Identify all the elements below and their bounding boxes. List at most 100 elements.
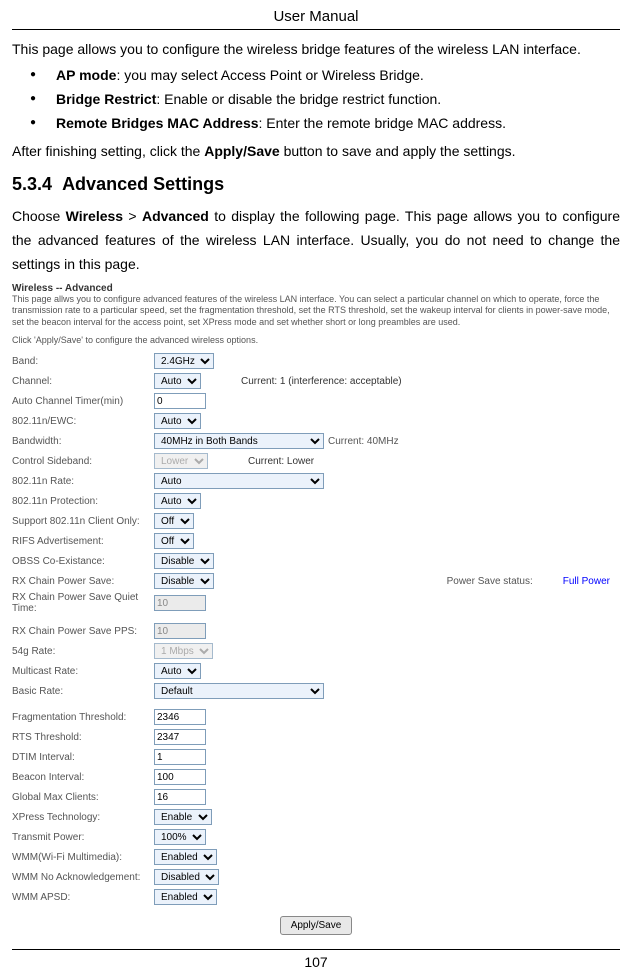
after-setting-text: After finishing setting, click the Apply… [12, 140, 620, 162]
bullet-remote-bridges: Remote Bridges MAC Address: Enter the re… [30, 112, 620, 136]
right-label: Power Save status: [447, 576, 563, 587]
after-post: button to save and apply the settings. [280, 143, 516, 159]
form-select[interactable]: Disable [154, 573, 214, 589]
form-select[interactable]: Enabled [154, 849, 217, 865]
form-label: Channel: [12, 376, 154, 387]
extra-text: Current: 40MHz [328, 436, 399, 447]
section-title: Advanced Settings [62, 174, 224, 194]
form-select[interactable]: Auto [154, 473, 324, 489]
form-label: 54g Rate: [12, 646, 154, 657]
form-input[interactable] [154, 789, 206, 805]
page-header: User Manual [12, 8, 620, 30]
form-label: XPress Technology: [12, 812, 154, 823]
form-select[interactable]: Disabled [154, 869, 219, 885]
form-label: WMM APSD: [12, 892, 154, 903]
form-select: Lower [154, 453, 208, 469]
extra-text: Current: 1 (interference: acceptable) [241, 376, 402, 387]
form-label: 802.11n Protection: [12, 496, 154, 507]
form-label: WMM No Acknowledgement: [12, 872, 154, 883]
form-label: RX Chain Power Save Quiet Time: [12, 592, 154, 614]
form-row: OBSS Co-Existance:Disable [12, 552, 620, 570]
form-select[interactable]: Enable [154, 809, 212, 825]
form-row: RX Chain Power Save Quiet Time: [12, 592, 620, 614]
form-label: Fragmentation Threshold: [12, 712, 154, 723]
form-row: XPress Technology:Enable [12, 808, 620, 826]
form-row: 802.11n Rate:Auto [12, 472, 620, 490]
form-input [154, 623, 206, 639]
form-row: RTS Threshold: [12, 728, 620, 746]
section-heading: 5.3.4 Advanced Settings [12, 174, 620, 195]
form-select[interactable]: Auto [154, 373, 201, 389]
section-b2: Advanced [142, 208, 209, 224]
form-select[interactable]: 2.4GHz [154, 353, 214, 369]
form-row: 54g Rate:1 Mbps [12, 642, 620, 660]
feature-bullet-list: AP mode: you may select Access Point or … [12, 64, 620, 135]
form-row: DTIM Interval: [12, 748, 620, 766]
form-row: WMM APSD:Enabled [12, 888, 620, 906]
form-row: Control Sideband:Lower Current: Lower [12, 452, 620, 470]
right-value: Full Power [563, 576, 620, 587]
form-label: 802.11n Rate: [12, 476, 154, 487]
shot-desc2: Click 'Apply/Save' to configure the adva… [12, 335, 620, 347]
bullet-text: : Enter the remote bridge MAC address. [259, 115, 506, 131]
embedded-screenshot: Wireless -- Advanced This page allws you… [12, 283, 620, 936]
form-select: 1 Mbps [154, 643, 213, 659]
form-select[interactable]: Off [154, 533, 194, 549]
form-input[interactable] [154, 393, 206, 409]
form-select[interactable]: Off [154, 513, 194, 529]
form-row: Global Max Clients: [12, 788, 620, 806]
form-label: RTS Threshold: [12, 732, 154, 743]
form-row: Auto Channel Timer(min) [12, 392, 620, 410]
form-label: 802.11n/EWC: [12, 416, 154, 427]
form-label: Bandwidth: [12, 436, 154, 447]
bullet-text: : Enable or disable the bridge restrict … [156, 91, 441, 107]
form-label: Band: [12, 356, 154, 367]
form-select[interactable]: Auto [154, 663, 201, 679]
section-number: 5.3.4 [12, 174, 52, 194]
apply-save-button[interactable]: Apply/Save [280, 916, 353, 935]
form-rows-container: Band:2.4GHzChannel:AutoCurrent: 1 (inter… [12, 352, 620, 906]
form-label: Control Sideband: [12, 456, 154, 467]
form-row: Fragmentation Threshold: [12, 708, 620, 726]
form-input[interactable] [154, 709, 206, 725]
form-label: WMM(Wi-Fi Multimedia): [12, 852, 154, 863]
form-label: RX Chain Power Save: [12, 576, 154, 587]
form-select[interactable]: Default [154, 683, 324, 699]
form-row: Channel:Auto Current: 1 (interference: ac… [12, 372, 620, 390]
form-label: Multicast Rate: [12, 666, 154, 677]
form-label: Global Max Clients: [12, 792, 154, 803]
bullet-bold: Bridge Restrict [56, 91, 156, 107]
form-row: RX Chain Power Save:Disable Power Save st… [12, 572, 620, 590]
form-select[interactable]: Disable [154, 553, 214, 569]
form-select[interactable]: Auto [154, 493, 201, 509]
shot-desc: This page allws you to configure advance… [12, 294, 620, 329]
form-row: Beacon Interval: [12, 768, 620, 786]
form-row: WMM No Acknowledgement:Disabled [12, 868, 620, 886]
shot-title: Wireless -- Advanced [12, 283, 620, 294]
form-input[interactable] [154, 729, 206, 745]
form-label: Auto Channel Timer(min) [12, 396, 154, 407]
form-row: Basic Rate:Default [12, 682, 620, 700]
form-row: RX Chain Power Save PPS: [12, 622, 620, 640]
extra-text: Current: Lower [248, 456, 314, 467]
form-input[interactable] [154, 769, 206, 785]
form-row: 802.11n Protection:Auto [12, 492, 620, 510]
form-row: Multicast Rate:Auto [12, 662, 620, 680]
form-row: RIFS Advertisement:Off [12, 532, 620, 550]
form-select[interactable]: 100% [154, 829, 206, 845]
form-select[interactable]: Auto [154, 413, 201, 429]
form-row: Band:2.4GHz [12, 352, 620, 370]
after-pre: After finishing setting, click the [12, 143, 204, 159]
form-input[interactable] [154, 749, 206, 765]
section-paragraph: Choose Wireless > Advanced to display th… [12, 205, 620, 276]
form-select[interactable]: 40MHz in Both Bands [154, 433, 324, 449]
form-label: DTIM Interval: [12, 752, 154, 763]
form-row: Bandwidth:40MHz in Both Bands Current: 40… [12, 432, 620, 450]
form-select[interactable]: Enabled [154, 889, 217, 905]
after-bold: Apply/Save [204, 143, 279, 159]
bullet-text: : you may select Access Point or Wireles… [116, 67, 423, 83]
form-row: Support 802.11n Client Only:Off [12, 512, 620, 530]
form-label: Beacon Interval: [12, 772, 154, 783]
bullet-bold: Remote Bridges MAC Address [56, 115, 259, 131]
form-row: WMM(Wi-Fi Multimedia):Enabled [12, 848, 620, 866]
